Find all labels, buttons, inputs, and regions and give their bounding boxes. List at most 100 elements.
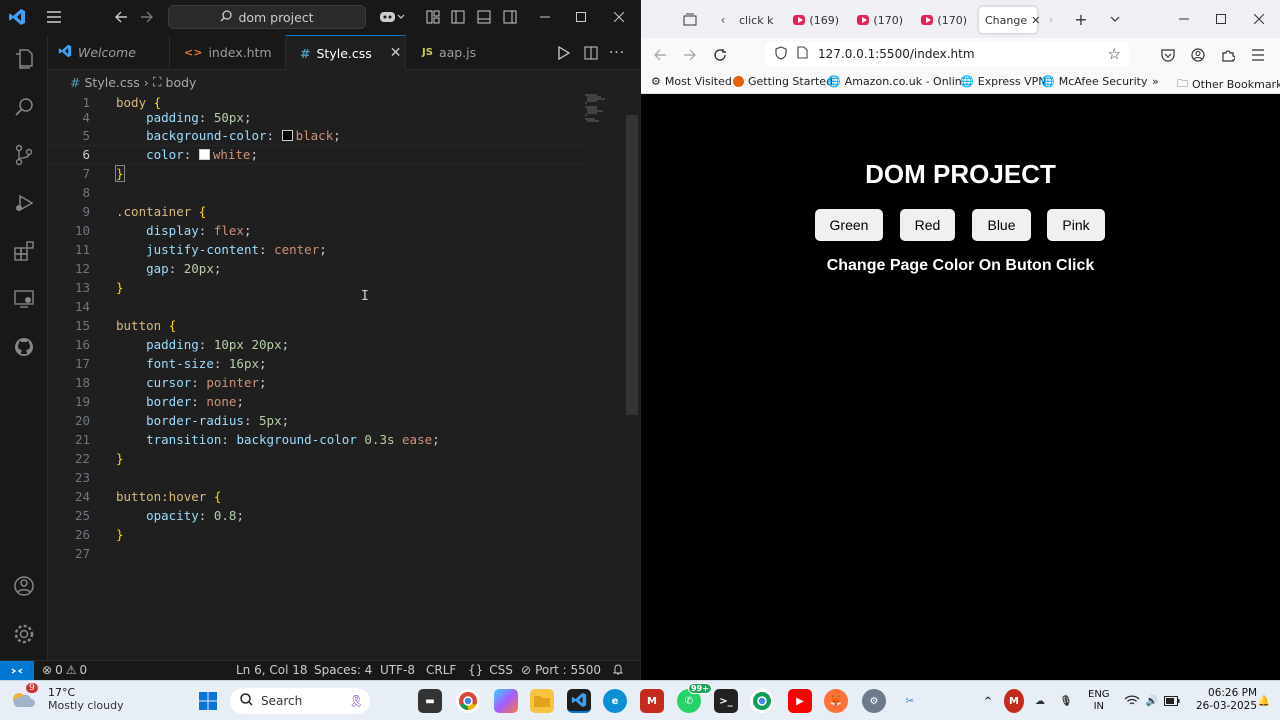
battery-icon[interactable] bbox=[1162, 689, 1182, 713]
problems-indicator[interactable]: ⊗ 0 ⚠ 0 bbox=[42, 663, 87, 677]
breadcrumb-symbol[interactable]: body bbox=[166, 75, 197, 90]
browser-tab[interactable]: (170) bbox=[851, 7, 909, 33]
color-swatch[interactable] bbox=[281, 130, 293, 141]
code-line[interactable]: 20 border-radius: 5px; bbox=[48, 411, 588, 430]
new-tab-icon[interactable]: + bbox=[1073, 10, 1089, 29]
code-line-current[interactable]: 6 color: white; bbox=[48, 145, 588, 164]
account-icon[interactable] bbox=[12, 574, 36, 598]
code-line[interactable]: 25 opacity: 0.8; bbox=[48, 506, 588, 525]
reload-icon[interactable] bbox=[711, 46, 729, 64]
vscode-taskbar-icon[interactable] bbox=[567, 689, 591, 713]
tab-index-htm[interactable]: <> index.htm bbox=[170, 35, 286, 70]
code-line[interactable]: 10 display: flex; bbox=[48, 221, 588, 240]
tab-manager-icon[interactable] bbox=[681, 11, 699, 29]
explorer-icon[interactable] bbox=[12, 47, 36, 71]
browser-tab[interactable]: (169) bbox=[787, 7, 845, 33]
green-button[interactable]: Green bbox=[815, 209, 883, 241]
code-line[interactable]: 12 gap: 20px; bbox=[48, 259, 588, 278]
account-icon[interactable] bbox=[1189, 46, 1207, 64]
cursor-position[interactable]: Ln 6, Col 18 bbox=[236, 663, 308, 677]
line-ending[interactable]: CRLF bbox=[426, 663, 456, 677]
shield-icon[interactable] bbox=[775, 45, 787, 63]
bookmark-getting-started[interactable]: Getting Started bbox=[733, 75, 833, 88]
code-line[interactable]: 4 padding: 50px; bbox=[48, 108, 588, 127]
clock[interactable]: 06:26 PM 26-03-2025 bbox=[1196, 687, 1257, 713]
more-bookmarks-chevron-icon[interactable]: » bbox=[1152, 75, 1159, 88]
pink-button[interactable]: Pink bbox=[1047, 209, 1105, 241]
run-icon[interactable] bbox=[556, 44, 572, 62]
tab-close-icon[interactable]: ✕ bbox=[1031, 14, 1040, 27]
code-line[interactable]: 18 cursor: pointer; bbox=[48, 373, 588, 392]
firefox-taskbar-icon[interactable]: 🦊 bbox=[824, 689, 848, 713]
minimize-icon[interactable] bbox=[536, 8, 554, 26]
blue-button[interactable]: Blue bbox=[972, 209, 1031, 241]
forward-arrow-icon[interactable] bbox=[681, 46, 699, 64]
code-editor[interactable]: 1 body { 4 padding: 50px; 5 background-co… bbox=[48, 93, 640, 660]
copilot-app-icon[interactable] bbox=[494, 689, 518, 713]
scrollbar-thumb[interactable] bbox=[626, 115, 638, 415]
extensions-icon[interactable] bbox=[12, 239, 36, 263]
menu-icon[interactable] bbox=[44, 8, 64, 26]
mcafee-tray-icon[interactable]: M bbox=[1004, 689, 1024, 713]
back-arrow-icon[interactable] bbox=[651, 46, 669, 64]
search-view-icon[interactable] bbox=[12, 95, 36, 119]
code-line[interactable]: 24 button:hover { bbox=[48, 487, 588, 506]
mcafee-icon[interactable]: M bbox=[640, 689, 664, 713]
page-info-icon[interactable] bbox=[797, 46, 808, 62]
code-line[interactable]: 7} bbox=[48, 164, 588, 183]
list-all-tabs-icon[interactable] bbox=[1107, 10, 1123, 28]
bookmark-star-icon[interactable]: ☆ bbox=[1108, 45, 1121, 63]
other-bookmarks[interactable]: 🗀 Other Bookmarks bbox=[1177, 75, 1280, 94]
code-line[interactable]: 11 justify-content: center; bbox=[48, 240, 588, 259]
tab-close-icon[interactable]: ✕ bbox=[390, 45, 402, 61]
scroll-tabs-left-icon[interactable]: ‹ bbox=[717, 11, 729, 29]
maximize-icon[interactable] bbox=[1213, 10, 1229, 28]
toggle-sidebar-icon[interactable] bbox=[449, 8, 467, 26]
edge-icon[interactable]: e bbox=[603, 689, 627, 713]
settings-gear-icon[interactable] bbox=[12, 622, 36, 646]
youtube-app-icon[interactable]: ▶ bbox=[788, 689, 812, 713]
live-server-port[interactable]: ⊘ Port : 5500 bbox=[521, 663, 601, 677]
chrome-profile-icon[interactable] bbox=[750, 689, 774, 713]
notifications-bell-icon[interactable] bbox=[612, 663, 624, 678]
more-actions-icon[interactable]: ··· bbox=[609, 44, 625, 62]
code-line[interactable]: 17 font-size: 16px; bbox=[48, 354, 588, 373]
notification-bell-icon[interactable]: 🔔 bbox=[1254, 689, 1274, 713]
hamburger-menu-icon[interactable] bbox=[1249, 46, 1267, 64]
bookmark-most-visited[interactable]: ⚙ Most Visited bbox=[651, 75, 732, 88]
split-editor-icon[interactable] bbox=[583, 44, 599, 62]
toggle-secondary-sidebar-icon[interactable] bbox=[501, 8, 519, 26]
volume-icon[interactable]: 🔊 bbox=[1142, 689, 1162, 713]
remote-indicator-icon[interactable] bbox=[0, 660, 34, 681]
indentation[interactable]: Spaces: 4 bbox=[314, 663, 372, 677]
remote-explorer-icon[interactable] bbox=[12, 287, 36, 311]
browser-tab-active[interactable]: Change ✕ bbox=[979, 7, 1040, 33]
browser-tab[interactable]: (170) bbox=[915, 7, 973, 33]
github-icon[interactable] bbox=[12, 335, 36, 359]
scroll-tabs-right-icon[interactable]: › bbox=[1045, 11, 1057, 29]
code-line[interactable]: 8 bbox=[48, 183, 588, 202]
code-line[interactable]: 5 background-color: black; bbox=[48, 126, 588, 145]
whatsapp-icon[interactable]: ✆ 99+ bbox=[677, 683, 712, 713]
close-icon[interactable] bbox=[610, 8, 628, 26]
code-line[interactable]: 9 .container { bbox=[48, 202, 588, 221]
tab-style-css[interactable]: # Style.css ✕ bbox=[286, 35, 406, 70]
code-line[interactable]: 27 bbox=[48, 544, 588, 563]
minimize-icon[interactable] bbox=[1176, 10, 1192, 28]
snipping-tool-icon[interactable]: ✂ bbox=[898, 689, 922, 713]
breadcrumb-file[interactable]: Style.css bbox=[84, 75, 139, 90]
settings-gear-icon[interactable]: ⚙ bbox=[862, 689, 886, 713]
red-button[interactable]: Red bbox=[900, 209, 955, 241]
command-center-search[interactable]: dom project bbox=[168, 5, 366, 29]
language-indicator[interactable]: ENG IN bbox=[1088, 689, 1110, 713]
code-line[interactable]: 19 border: none; bbox=[48, 392, 588, 411]
chrome-icon[interactable] bbox=[456, 689, 480, 713]
copilot-icon[interactable] bbox=[378, 8, 406, 26]
microphone-icon[interactable]: 🎙 bbox=[1056, 689, 1076, 713]
tab-welcome[interactable]: Welcome bbox=[48, 35, 170, 70]
forward-arrow-icon[interactable] bbox=[138, 8, 156, 26]
windows-start-icon[interactable] bbox=[196, 689, 220, 713]
url-bar[interactable]: 127.0.0.1:5500/index.htm ☆ bbox=[765, 42, 1129, 66]
code-line[interactable]: 23 bbox=[48, 468, 588, 487]
run-debug-icon[interactable] bbox=[12, 191, 36, 215]
